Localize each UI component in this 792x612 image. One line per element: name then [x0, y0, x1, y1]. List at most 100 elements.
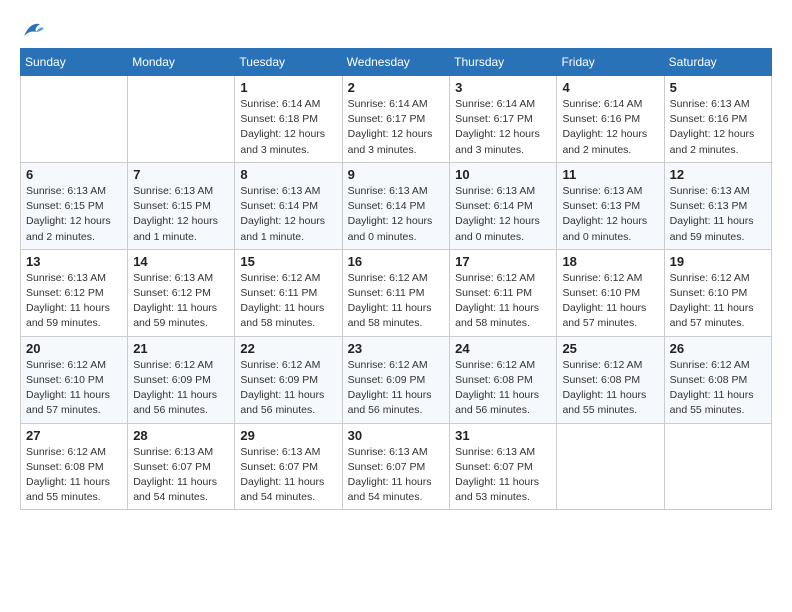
day-info: Sunrise: 6:13 AM Sunset: 6:13 PM Dayligh…: [670, 184, 766, 245]
calendar-cell: 5 Sunrise: 6:13 AM Sunset: 6:16 PM Daylig…: [664, 76, 771, 163]
calendar-cell: 30 Sunrise: 6:13 AM Sunset: 6:07 PM Dayli…: [342, 423, 449, 510]
day-number: 19: [670, 254, 766, 269]
logo: [20, 20, 44, 38]
day-info: Sunrise: 6:13 AM Sunset: 6:14 PM Dayligh…: [455, 184, 551, 245]
day-number: 17: [455, 254, 551, 269]
calendar-cell: 23 Sunrise: 6:12 AM Sunset: 6:09 PM Dayli…: [342, 336, 449, 423]
day-number: 14: [133, 254, 229, 269]
day-number: 20: [26, 341, 122, 356]
day-number: 31: [455, 428, 551, 443]
calendar-cell: 29Sunrise: 6:13 AM Sunset: 6:07 PM Dayli…: [235, 423, 342, 510]
day-number: 5: [670, 80, 766, 95]
calendar-week-row: 6Sunrise: 6:13 AM Sunset: 6:15 PM Daylig…: [21, 162, 772, 249]
day-info: Sunrise: 6:14 AM Sunset: 6:17 PM Dayligh…: [348, 97, 444, 158]
day-info: Sunrise: 6:13 AM Sunset: 6:07 PM Dayligh…: [348, 445, 444, 506]
day-number: 28: [133, 428, 229, 443]
calendar-cell: [557, 423, 664, 510]
day-info: Sunrise: 6:13 AM Sunset: 6:13 PM Dayligh…: [562, 184, 658, 245]
calendar-cell: 13 Sunrise: 6:13 AM Sunset: 6:12 PM Dayli…: [21, 249, 128, 336]
calendar-week-row: 13 Sunrise: 6:13 AM Sunset: 6:12 PM Dayli…: [21, 249, 772, 336]
calendar-table: SundayMondayTuesdayWednesdayThursdayFrid…: [20, 48, 772, 510]
day-number: 10: [455, 167, 551, 182]
calendar-cell: 20 Sunrise: 6:12 AM Sunset: 6:10 PM Dayli…: [21, 336, 128, 423]
calendar-cell: 3Sunrise: 6:14 AM Sunset: 6:17 PM Daylig…: [450, 76, 557, 163]
calendar-cell: 24 Sunrise: 6:12 AM Sunset: 6:08 PM Dayli…: [450, 336, 557, 423]
calendar-cell: 18 Sunrise: 6:12 AM Sunset: 6:10 PM Dayli…: [557, 249, 664, 336]
day-number: 23: [348, 341, 444, 356]
weekday-header-sunday: Sunday: [21, 49, 128, 76]
day-number: 24: [455, 341, 551, 356]
day-number: 16: [348, 254, 444, 269]
calendar-week-row: 20 Sunrise: 6:12 AM Sunset: 6:10 PM Dayli…: [21, 336, 772, 423]
logo-bird-icon: [22, 20, 44, 38]
weekday-header-wednesday: Wednesday: [342, 49, 449, 76]
calendar-cell: 21 Sunrise: 6:12 AM Sunset: 6:09 PM Dayli…: [128, 336, 235, 423]
calendar-cell: 14 Sunrise: 6:13 AM Sunset: 6:12 PM Dayli…: [128, 249, 235, 336]
calendar-week-row: 27 Sunrise: 6:12 AM Sunset: 6:08 PM Dayli…: [21, 423, 772, 510]
day-info: Sunrise: 6:13 AM Sunset: 6:14 PM Dayligh…: [240, 184, 336, 245]
day-number: 30: [348, 428, 444, 443]
page-header: [20, 20, 772, 38]
calendar-cell: [128, 76, 235, 163]
calendar-cell: [664, 423, 771, 510]
calendar-cell: 10 Sunrise: 6:13 AM Sunset: 6:14 PM Dayli…: [450, 162, 557, 249]
day-info: Sunrise: 6:12 AM Sunset: 6:09 PM Dayligh…: [240, 358, 336, 419]
calendar-cell: 16 Sunrise: 6:12 AM Sunset: 6:11 PM Dayli…: [342, 249, 449, 336]
calendar-header-row: SundayMondayTuesdayWednesdayThursdayFrid…: [21, 49, 772, 76]
calendar-cell: 1Sunrise: 6:14 AM Sunset: 6:18 PM Daylig…: [235, 76, 342, 163]
day-number: 7: [133, 167, 229, 182]
day-number: 26: [670, 341, 766, 356]
day-number: 4: [562, 80, 658, 95]
day-number: 25: [562, 341, 658, 356]
day-info: Sunrise: 6:12 AM Sunset: 6:10 PM Dayligh…: [26, 358, 122, 419]
day-info: Sunrise: 6:12 AM Sunset: 6:10 PM Dayligh…: [670, 271, 766, 332]
calendar-cell: 11 Sunrise: 6:13 AM Sunset: 6:13 PM Dayli…: [557, 162, 664, 249]
day-info: Sunrise: 6:12 AM Sunset: 6:08 PM Dayligh…: [26, 445, 122, 506]
calendar-cell: 27 Sunrise: 6:12 AM Sunset: 6:08 PM Dayli…: [21, 423, 128, 510]
day-info: Sunrise: 6:12 AM Sunset: 6:08 PM Dayligh…: [562, 358, 658, 419]
day-info: Sunrise: 6:13 AM Sunset: 6:07 PM Dayligh…: [240, 445, 336, 506]
calendar-cell: 4 Sunrise: 6:14 AM Sunset: 6:16 PM Daylig…: [557, 76, 664, 163]
day-number: 27: [26, 428, 122, 443]
day-info: Sunrise: 6:13 AM Sunset: 6:07 PM Dayligh…: [133, 445, 229, 506]
calendar-cell: 2 Sunrise: 6:14 AM Sunset: 6:17 PM Daylig…: [342, 76, 449, 163]
calendar-cell: 17 Sunrise: 6:12 AM Sunset: 6:11 PM Dayli…: [450, 249, 557, 336]
calendar-cell: 7Sunrise: 6:13 AM Sunset: 6:15 PM Daylig…: [128, 162, 235, 249]
day-info: Sunrise: 6:12 AM Sunset: 6:09 PM Dayligh…: [133, 358, 229, 419]
day-info: Sunrise: 6:13 AM Sunset: 6:07 PM Dayligh…: [455, 445, 551, 506]
day-info: Sunrise: 6:13 AM Sunset: 6:12 PM Dayligh…: [133, 271, 229, 332]
calendar-cell: 6Sunrise: 6:13 AM Sunset: 6:15 PM Daylig…: [21, 162, 128, 249]
calendar-cell: 28 Sunrise: 6:13 AM Sunset: 6:07 PM Dayli…: [128, 423, 235, 510]
day-number: 18: [562, 254, 658, 269]
weekday-header-saturday: Saturday: [664, 49, 771, 76]
weekday-header-monday: Monday: [128, 49, 235, 76]
day-info: Sunrise: 6:12 AM Sunset: 6:08 PM Dayligh…: [670, 358, 766, 419]
day-number: 12: [670, 167, 766, 182]
day-number: 11: [562, 167, 658, 182]
day-info: Sunrise: 6:13 AM Sunset: 6:15 PM Dayligh…: [26, 184, 122, 245]
calendar-cell: 22Sunrise: 6:12 AM Sunset: 6:09 PM Dayli…: [235, 336, 342, 423]
day-info: Sunrise: 6:12 AM Sunset: 6:11 PM Dayligh…: [240, 271, 336, 332]
weekday-header-thursday: Thursday: [450, 49, 557, 76]
day-info: Sunrise: 6:14 AM Sunset: 6:18 PM Dayligh…: [240, 97, 336, 158]
day-number: 2: [348, 80, 444, 95]
day-info: Sunrise: 6:12 AM Sunset: 6:08 PM Dayligh…: [455, 358, 551, 419]
day-number: 21: [133, 341, 229, 356]
day-number: 13: [26, 254, 122, 269]
day-info: Sunrise: 6:13 AM Sunset: 6:12 PM Dayligh…: [26, 271, 122, 332]
calendar-cell: 12 Sunrise: 6:13 AM Sunset: 6:13 PM Dayli…: [664, 162, 771, 249]
calendar-cell: 19 Sunrise: 6:12 AM Sunset: 6:10 PM Dayli…: [664, 249, 771, 336]
day-info: Sunrise: 6:13 AM Sunset: 6:16 PM Dayligh…: [670, 97, 766, 158]
calendar-cell: [21, 76, 128, 163]
day-number: 9: [348, 167, 444, 182]
calendar-cell: 9 Sunrise: 6:13 AM Sunset: 6:14 PM Daylig…: [342, 162, 449, 249]
day-info: Sunrise: 6:12 AM Sunset: 6:09 PM Dayligh…: [348, 358, 444, 419]
day-info: Sunrise: 6:12 AM Sunset: 6:11 PM Dayligh…: [455, 271, 551, 332]
day-number: 15: [240, 254, 336, 269]
weekday-header-tuesday: Tuesday: [235, 49, 342, 76]
day-info: Sunrise: 6:12 AM Sunset: 6:10 PM Dayligh…: [562, 271, 658, 332]
day-number: 8: [240, 167, 336, 182]
day-info: Sunrise: 6:12 AM Sunset: 6:11 PM Dayligh…: [348, 271, 444, 332]
day-info: Sunrise: 6:13 AM Sunset: 6:14 PM Dayligh…: [348, 184, 444, 245]
day-info: Sunrise: 6:14 AM Sunset: 6:16 PM Dayligh…: [562, 97, 658, 158]
